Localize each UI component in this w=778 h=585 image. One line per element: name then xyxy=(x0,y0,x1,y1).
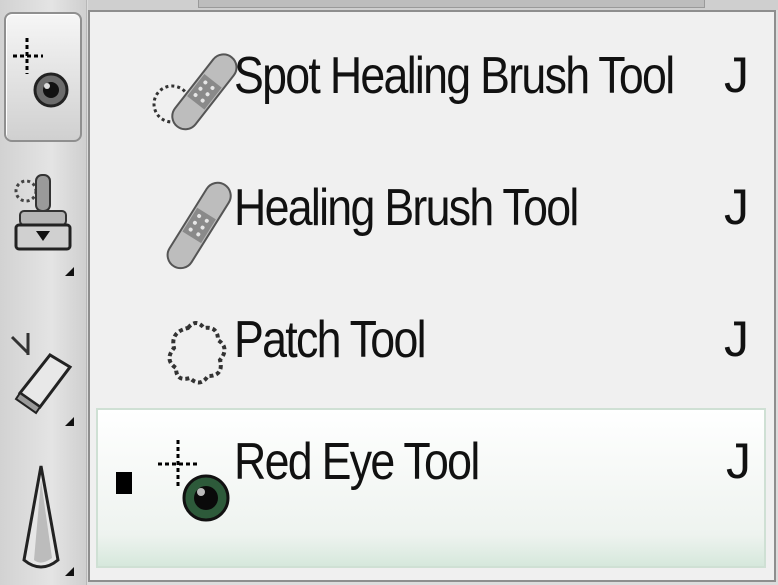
menu-item-label: Red Eye Tool xyxy=(234,433,480,491)
shortcut-key: J xyxy=(724,179,749,235)
active-tool-indicator xyxy=(116,472,132,494)
menu-item-healing-brush-tool[interactable]: Healing Brush Tool J xyxy=(90,152,774,277)
flyout-indicator xyxy=(65,417,74,426)
spot-healing-brush-icon xyxy=(152,53,238,131)
healing-brush-icon xyxy=(166,181,232,270)
menu-item-label: Healing Brush Tool xyxy=(234,179,579,237)
patch-icon xyxy=(167,321,227,385)
menu-item-patch-tool[interactable]: Patch Tool J xyxy=(90,284,774,409)
clone-stamp-icon xyxy=(14,174,72,251)
shortcut-key: J xyxy=(724,311,749,367)
red-eye-icon xyxy=(13,38,69,108)
red-eye-tool-button[interactable] xyxy=(4,12,82,142)
blur-drop-icon xyxy=(22,465,60,569)
eraser-icon xyxy=(10,333,73,415)
top-strip xyxy=(88,0,778,10)
clone-stamp-tool-button[interactable] xyxy=(4,160,78,280)
shortcut-key: J xyxy=(726,433,751,489)
flyout-indicator xyxy=(65,567,74,576)
flyout-indicator xyxy=(65,267,74,276)
menu-item-spot-healing-brush-tool[interactable]: Spot Healing Brush Tool J xyxy=(90,20,774,145)
menu-item-label: Spot Healing Brush Tool xyxy=(234,47,675,105)
blur-tool-button[interactable] xyxy=(4,460,78,580)
eraser-tool-button[interactable] xyxy=(4,310,78,430)
menu-item-label: Patch Tool xyxy=(234,311,427,369)
menu-item-red-eye-tool[interactable]: Red Eye Tool J xyxy=(96,408,766,568)
shortcut-key: J xyxy=(724,47,749,103)
tools-panel xyxy=(0,0,87,585)
tool-flyout-menu: Spot Healing Brush Tool J Healing Brush … xyxy=(88,10,776,582)
